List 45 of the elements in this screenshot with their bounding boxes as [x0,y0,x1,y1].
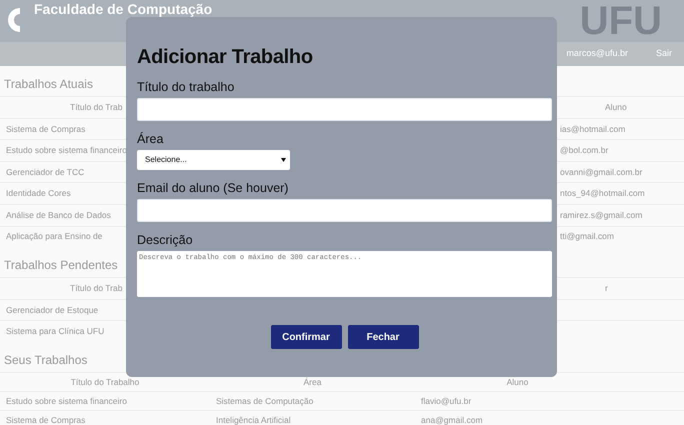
column-header: Aluno [506,376,528,388]
table-cell-text: Sistemas de Computação [215,394,314,408]
column-header: Título do Trab [69,282,122,295]
field-label: Título do trabalho [137,79,236,95]
table-cell-text: @bol.com.br [559,144,608,157]
table-cell-text: Sistema de Compras [5,414,86,425]
user-email: marcos@ufu.br [566,47,628,60]
select-value: Selecione... [145,154,187,166]
confirm-button[interactable]: Confirmar [270,325,342,349]
table-cell-text: ana@gmail.com [420,414,483,425]
table-cell-text: Estudo sobre sistema financeiro [5,144,127,157]
table-cell-text: ntos_94@hotmail.com [559,187,645,200]
table-cell-text: ias@hotmail.com [559,122,626,136]
column-header: Título do Trab [69,100,122,114]
table-cell-text: ramirez.s@gmail.com [559,208,642,222]
table-cell-text: Estudo sobre sistema financeiro [5,394,127,408]
column-header: Área [304,376,322,388]
column-header: Título do Trabalho [70,376,140,388]
field-label: Área [137,131,164,147]
site-title: Faculdade de Computação [34,1,212,17]
table-cell-text: ovanni@gmail.com.br [559,166,642,178]
table-cell-text: tti@gmail.com [559,230,614,244]
table-cell-text: Identidade Cores [5,187,71,200]
modal-title: Adicionar Trabalho [137,45,314,69]
column-header: Aluno [604,100,627,114]
table-cell-text: Sistema de Compras [5,122,86,136]
table-cell-text: flavio@ufu.br [420,394,472,408]
section-title: Trabalhos Atuais [4,76,93,93]
section-title: Seus Trabalhos [4,352,88,369]
input-field[interactable] [137,199,552,222]
column-header: r [604,282,608,295]
section-title: Trabalhos Pendentes [4,257,118,274]
logo-icon [8,8,20,32]
field-label: Descrição [137,232,194,248]
select-field[interactable]: Selecione... [137,150,290,170]
input-field[interactable] [137,98,552,121]
table-cell-text: Gerenciador de TCC [5,166,84,178]
caret-icon [281,158,286,162]
table-cell-text: Gerenciador de Estoque [5,304,98,316]
table-cell-text: Sistema para Clínica UFU [5,325,104,338]
table-cell-text: Análise de Banco de Dados [5,208,111,222]
close-button[interactable]: Fechar [348,325,418,349]
table-cell-text: Aplicação para Ensino de [5,230,102,244]
field-label: Email do aluno (Se houver) [137,180,290,196]
table-cell-text: Inteligência Artificial [215,414,291,425]
